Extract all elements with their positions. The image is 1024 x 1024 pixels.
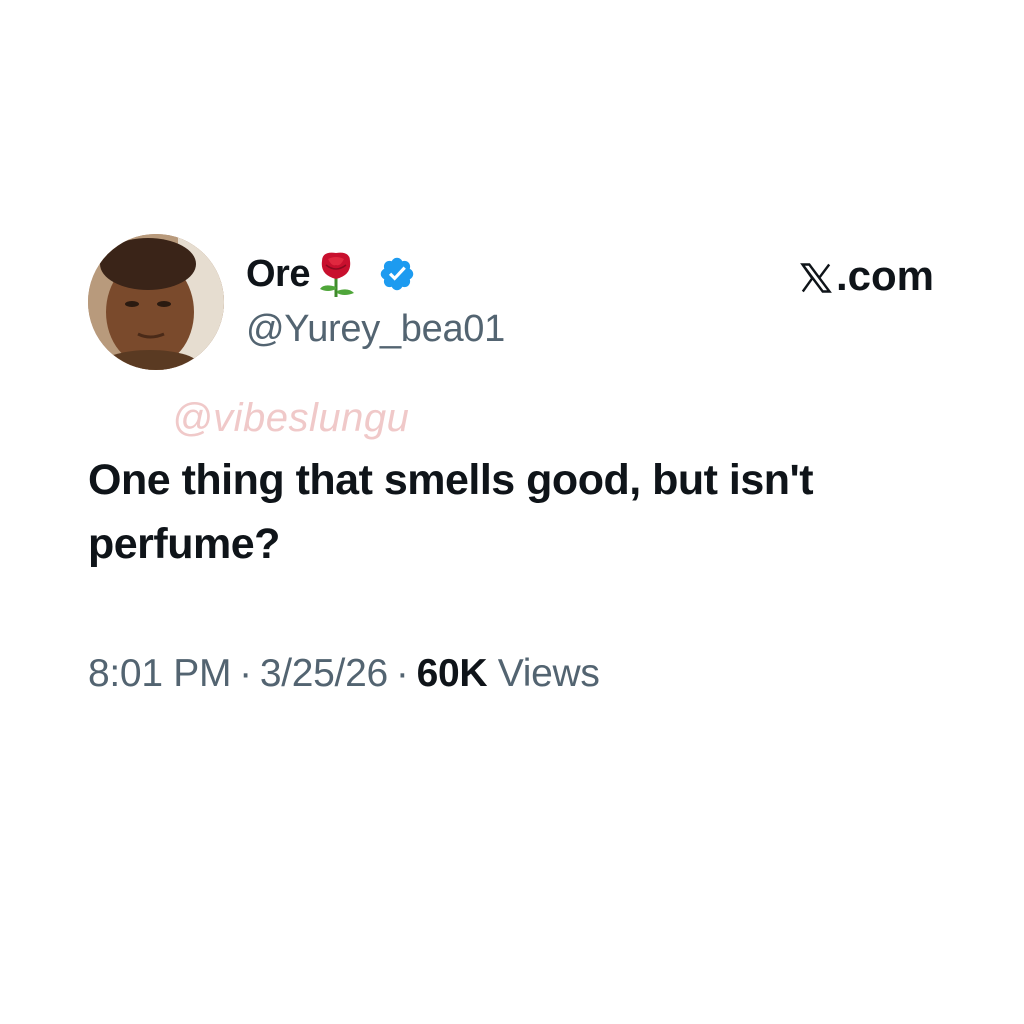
- site-label-text: .com: [835, 252, 934, 299]
- meta-separator: ·: [239, 652, 252, 695]
- watermark: @vibeslungu: [172, 396, 410, 440]
- rose-icon: [314, 249, 360, 299]
- verified-badge-icon: [378, 255, 416, 293]
- display-name-row: Ore: [246, 248, 416, 300]
- tweet-time[interactable]: 8:01 PM: [88, 652, 231, 695]
- display-name[interactable]: Ore: [246, 253, 310, 296]
- views-label: Views: [497, 652, 600, 695]
- tweet-meta: 8:01 PM · 3/25/26 · 60K Views: [88, 652, 600, 696]
- avatar[interactable]: [88, 234, 224, 370]
- tweet-date[interactable]: 3/25/26: [260, 652, 388, 695]
- meta-separator: ·: [395, 652, 409, 695]
- tweet-text: One thing that smells good, but isn't pe…: [88, 456, 814, 568]
- user-handle[interactable]: @Yurey_bea01: [246, 308, 505, 351]
- views-count: 60K: [416, 652, 488, 695]
- avatar-image: [88, 234, 224, 370]
- x-logo-icon: [798, 258, 834, 294]
- site-label[interactable]: .com: [798, 252, 934, 300]
